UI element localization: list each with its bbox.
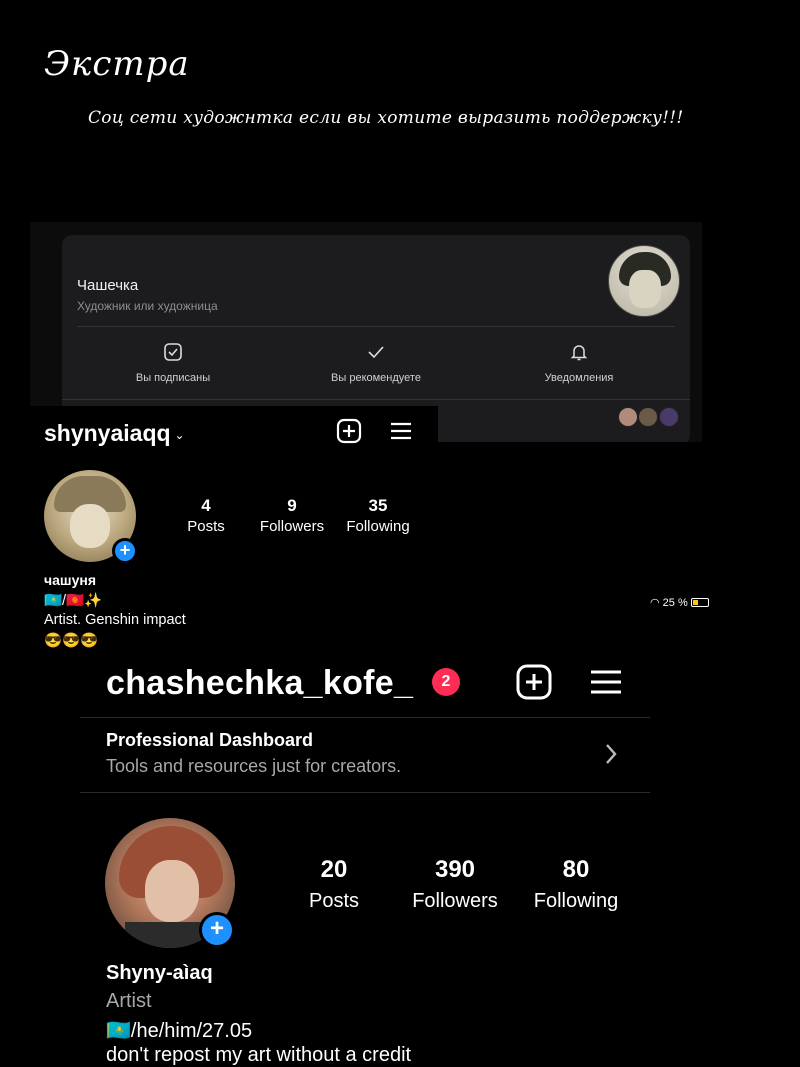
- follower-avatars: [618, 407, 679, 432]
- divider: [80, 717, 650, 718]
- recommend-label: Вы рекомендуете: [331, 372, 421, 384]
- recommend-button[interactable]: Вы рекомендуете: [286, 342, 466, 386]
- following-stat[interactable]: 35 Following: [333, 496, 423, 535]
- header-title: Экстра: [44, 44, 190, 84]
- instagram-profile-screenshot-2: chashechka_kofe_ 2 Professional Dashboar…: [80, 650, 650, 1067]
- add-story-button[interactable]: +: [199, 912, 235, 948]
- menu-icon[interactable]: [388, 418, 414, 444]
- divider: [62, 399, 690, 400]
- chevron-down-icon: ⌄: [174, 427, 185, 442]
- dashboard-title: Professional Dashboard: [106, 730, 314, 750]
- followers-stat[interactable]: 390 Followers: [395, 856, 515, 913]
- bio-line: 🇰🇿/🇰🇬✨: [44, 593, 103, 609]
- status-bar: ◠ 25 %: [650, 596, 709, 609]
- bio-line: 🇰🇿/he/him/27.05: [106, 1020, 253, 1042]
- profile-name: чашуня: [44, 572, 96, 588]
- card-profile-name: Чашечка: [77, 277, 139, 294]
- profile-category: Artist: [106, 990, 152, 1012]
- dashboard-subtitle: Tools and resources just for creators.: [106, 756, 402, 776]
- notifications-label: Уведомления: [544, 372, 614, 384]
- username[interactable]: chashechka_kofe_: [106, 664, 413, 703]
- chevron-right-icon: [606, 744, 617, 764]
- avatar: [638, 407, 659, 427]
- notifications-button[interactable]: Уведомления: [489, 342, 669, 386]
- followers-stat[interactable]: 9 Followers: [247, 496, 337, 535]
- username: shynyaiaqq: [44, 420, 171, 446]
- bio-line: 😎😎😎: [44, 633, 99, 649]
- bell-icon: [570, 345, 588, 361]
- posts-stat[interactable]: 4 Posts: [161, 496, 251, 535]
- bio-line: don't repost my art without a credit: [106, 1044, 412, 1066]
- battery-percent: 25 %: [662, 597, 688, 609]
- posts-stat[interactable]: 20 Posts: [274, 856, 394, 913]
- instagram-profile-screenshot-1: shynyaiaqq ⌄ + 4 Posts 9 Followers 35 Follow…: [30, 406, 438, 658]
- following-button[interactable]: Вы подписаны: [83, 342, 263, 386]
- card-avatar[interactable]: [608, 245, 680, 317]
- following-label: Вы подписаны: [135, 372, 211, 384]
- header-subtitle: Соц сети художнтка если вы хотите вырази…: [88, 108, 684, 128]
- avatar: [618, 407, 638, 427]
- divider: [80, 792, 650, 793]
- wifi-icon: ◠: [650, 597, 660, 609]
- notification-badge: 2: [432, 668, 460, 696]
- menu-icon[interactable]: [588, 664, 624, 700]
- following-stat[interactable]: 80 Following: [516, 856, 636, 913]
- new-post-icon[interactable]: [516, 664, 552, 700]
- profile-name: Shyny-aìaq: [106, 962, 213, 984]
- battery-icon: [690, 598, 709, 607]
- card-profile-role: Художник или художница: [77, 299, 218, 313]
- avatar: [658, 407, 679, 427]
- new-post-icon[interactable]: [336, 418, 362, 444]
- add-story-button[interactable]: +: [112, 538, 138, 564]
- checkmark-icon: [368, 346, 384, 359]
- divider: [77, 326, 675, 327]
- check-box-icon: [164, 343, 182, 361]
- username-switcher[interactable]: shynyaiaqq ⌄: [44, 420, 185, 447]
- bio-line: Artist. Genshin impact: [44, 612, 186, 628]
